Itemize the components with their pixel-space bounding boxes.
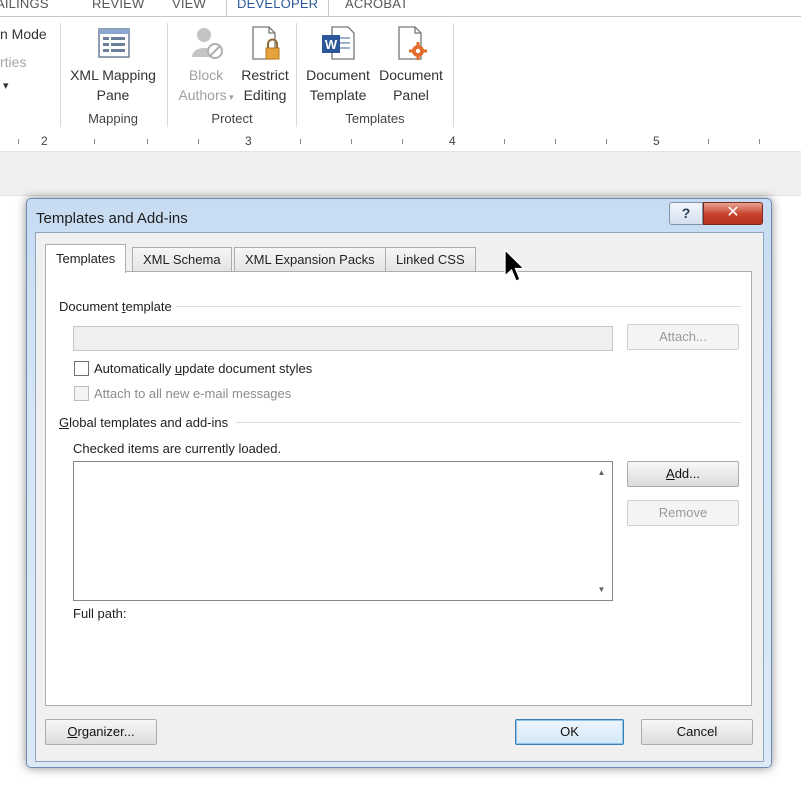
section-divider [236,422,741,423]
tab-view[interactable]: VIEW [172,0,206,11]
document-panel-label-1: Document [379,67,443,83]
auto-update-checkbox[interactable] [74,361,89,376]
section-divider [166,306,741,307]
group-label-templates: Templates [345,111,405,126]
tab-templates[interactable]: Templates [45,244,127,273]
ribbon-tab-bar: AILINGS REVIEW VIEW DEVELOPER ACROBAT [0,0,801,16]
organizer-button[interactable]: Organizer... [45,719,157,745]
block-authors-label-1: Block [188,67,224,83]
restrict-editing-button[interactable]: Restrict Editing [238,23,292,105]
document-area [0,152,801,196]
xml-mapping-icon [95,23,131,63]
ruler-number: 3 [245,134,252,148]
group-separator [60,23,61,127]
chevron-down-icon: ▾ [226,92,234,102]
document-template-label-2: Template [309,87,367,103]
ruler-tick [94,139,95,144]
restrict-editing-icon [247,23,283,63]
tab-xml-expansion-packs[interactable]: XML Expansion Packs [234,247,386,272]
tab-review[interactable]: REVIEW [92,0,144,11]
ruler-tick [606,139,607,144]
ruler-tick [759,139,760,144]
document-template-button[interactable]: W Document Template [302,23,374,105]
ruler-tick [18,139,19,144]
ruler-tick [402,139,403,144]
block-authors-button[interactable]: Block Authors ▾ [174,23,238,107]
properties-button[interactable]: rties [0,54,26,70]
ok-button[interactable]: OK [515,719,624,745]
ruler-number: 2 [41,134,48,148]
svg-text:W: W [325,37,338,52]
dialog-client-area: Templates XML Schema XML Expansion Packs… [35,232,764,762]
full-path-label: Full path: [73,606,127,621]
ruler-tick [198,139,199,144]
xml-mapping-pane-button[interactable]: XML Mapping Pane [66,23,160,105]
block-authors-label-2: Authors [178,87,227,103]
group-dropdown-icon[interactable]: ▾ [3,79,9,92]
document-panel-label-2: Panel [393,87,429,103]
tab-mailings[interactable]: AILINGS [0,0,49,11]
ruler-tick [147,139,148,144]
group-label-protect: Protect [211,111,253,126]
ruler-number: 5 [653,134,660,148]
group-separator [167,23,168,127]
restrict-editing-label-1: Restrict [241,67,289,83]
dialog-title: Templates and Add-ins [36,210,188,227]
tab-xml-schema[interactable]: XML Schema [132,247,232,272]
design-mode-button[interactable]: n Mode [0,26,47,42]
help-button[interactable]: ? [669,202,703,225]
xml-mapping-label-1: XML Mapping [70,67,156,83]
templates-and-addins-dialog: Templates and Add-ins ? ✕ Templates XML … [26,198,772,768]
tab-developer[interactable]: DEVELOPER [226,0,330,16]
document-panel-icon [393,23,429,63]
cancel-button[interactable]: Cancel [641,719,753,745]
global-templates-list[interactable]: ▲ ▼ [73,461,613,601]
global-templates-label: Global templates and add-ins [59,415,233,430]
ruler-tick [555,139,556,144]
document-template-field[interactable] [73,326,613,351]
templates-tab-panel: Document template Attach... Automaticall… [45,271,752,706]
word-document-icon: W [320,23,356,63]
tab-linked-css[interactable]: Linked CSS [385,247,476,272]
group-label-mapping: Mapping [88,111,138,126]
auto-update-label[interactable]: Automatically update document styles [94,361,312,376]
document-template-label: Document template [59,299,176,314]
scroll-up-icon[interactable]: ▲ [593,464,610,481]
document-template-label-1: Document [306,67,370,83]
restrict-editing-label-2: Editing [243,87,287,103]
horizontal-ruler[interactable]: 2 3 4 5 [0,131,801,152]
scroll-down-icon[interactable]: ▼ [593,581,610,598]
attach-email-checkbox[interactable] [74,386,89,401]
tab-acrobat[interactable]: ACROBAT [345,0,408,11]
help-icon: ? [681,205,691,221]
ruler-tick [504,139,505,144]
attach-email-label: Attach to all new e-mail messages [94,386,292,401]
ruler-tick [351,139,352,144]
checked-items-hint: Checked items are currently loaded. [73,441,282,456]
ruler-number: 4 [449,134,456,148]
close-button[interactable]: ✕ [703,202,763,225]
attach-button[interactable]: Attach... [627,324,739,350]
ruler-tick [300,139,301,144]
ribbon: n Mode rties ▾ XML Mapping Pane Mapping [0,16,801,132]
ruler-tick [708,139,709,144]
block-authors-icon [188,23,224,63]
group-separator [453,23,454,127]
mouse-cursor-icon [504,248,528,285]
group-separator [296,23,297,127]
close-icon: ✕ [726,204,740,221]
xml-mapping-label-2: Pane [96,87,130,103]
add-button[interactable]: Add... [627,461,739,487]
document-panel-button[interactable]: Document Panel [375,23,447,105]
remove-button[interactable]: Remove [627,500,739,526]
